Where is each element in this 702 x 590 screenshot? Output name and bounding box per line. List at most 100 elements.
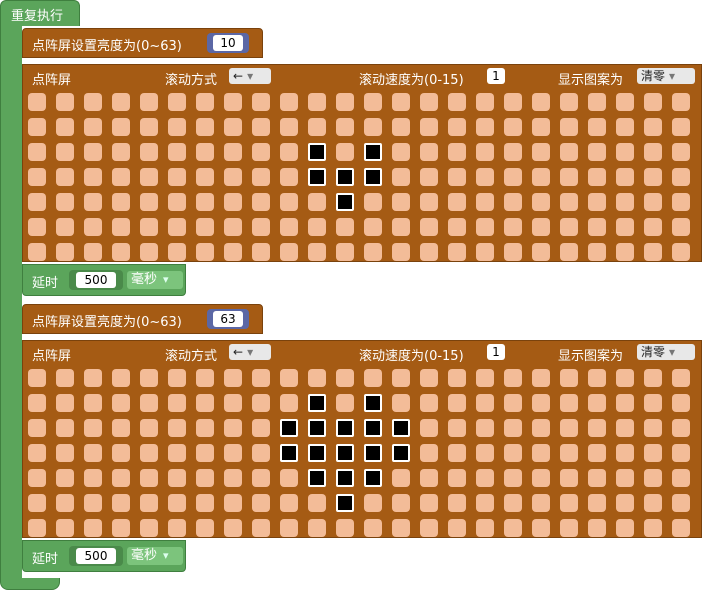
led-cell[interactable] (56, 394, 74, 412)
led-cell[interactable] (644, 444, 662, 462)
led-cell[interactable] (28, 193, 46, 211)
led-cell[interactable] (644, 218, 662, 236)
led-cell[interactable] (504, 444, 522, 462)
led-cell[interactable] (504, 519, 522, 537)
led-cell[interactable] (28, 168, 46, 186)
pattern-dropdown[interactable]: 清零 ▾ (637, 344, 695, 360)
led-cell[interactable] (196, 143, 214, 161)
led-cell[interactable] (532, 243, 550, 261)
led-cell[interactable] (196, 93, 214, 111)
led-cell[interactable] (28, 519, 46, 537)
led-cell[interactable] (196, 369, 214, 387)
led-cell-on[interactable] (336, 168, 354, 186)
led-cell[interactable] (476, 193, 494, 211)
led-cell[interactable] (112, 369, 130, 387)
led-cell[interactable] (224, 394, 242, 412)
led-cell[interactable] (560, 168, 578, 186)
led-cell[interactable] (672, 118, 690, 136)
led-cell[interactable] (280, 519, 298, 537)
led-cell[interactable] (84, 243, 102, 261)
led-cell[interactable] (140, 93, 158, 111)
led-cell[interactable] (672, 444, 690, 462)
led-cell[interactable] (168, 469, 186, 487)
led-cell[interactable] (532, 168, 550, 186)
led-cell[interactable] (112, 419, 130, 437)
led-cell[interactable] (644, 168, 662, 186)
led-cell[interactable] (168, 519, 186, 537)
led-cell[interactable] (252, 444, 270, 462)
led-cell[interactable] (448, 143, 466, 161)
led-cell[interactable] (280, 193, 298, 211)
led-cell[interactable] (672, 193, 690, 211)
led-cell[interactable] (504, 143, 522, 161)
led-cell[interactable] (280, 218, 298, 236)
led-cell[interactable] (560, 243, 578, 261)
led-cell[interactable] (644, 494, 662, 512)
led-cell[interactable] (168, 243, 186, 261)
led-cell[interactable] (196, 444, 214, 462)
delay-block[interactable]: 延时 500 毫秒 ▾ (22, 540, 186, 572)
led-cell[interactable] (644, 519, 662, 537)
led-cell[interactable] (644, 118, 662, 136)
pattern-dropdown[interactable]: 清零 ▾ (637, 68, 695, 84)
led-cell[interactable] (56, 519, 74, 537)
led-cell[interactable] (140, 218, 158, 236)
matrix-display-block[interactable]: 点阵屏 滚动方式 ← ▾ 滚动速度为(0-15) 1 显示图案为 清零 ▾ (22, 340, 702, 538)
led-cell[interactable] (308, 243, 326, 261)
led-cell[interactable] (392, 218, 410, 236)
led-cell[interactable] (84, 519, 102, 537)
led-cell[interactable] (168, 394, 186, 412)
brightness-number-block[interactable]: 10 (207, 33, 249, 53)
led-cell[interactable] (140, 168, 158, 186)
led-cell-on[interactable] (308, 469, 326, 487)
led-cell[interactable] (448, 243, 466, 261)
led-cell-on[interactable] (392, 419, 410, 437)
led-cell[interactable] (336, 369, 354, 387)
led-cell[interactable] (420, 118, 438, 136)
led-cell[interactable] (56, 444, 74, 462)
led-cell[interactable] (84, 143, 102, 161)
led-cell[interactable] (644, 243, 662, 261)
led-cell[interactable] (280, 469, 298, 487)
led-cell[interactable] (448, 419, 466, 437)
led-cell-on[interactable] (336, 419, 354, 437)
led-cell[interactable] (476, 519, 494, 537)
led-cell[interactable] (112, 168, 130, 186)
led-cell[interactable] (616, 419, 634, 437)
led-cell[interactable] (364, 519, 382, 537)
delay-number-block[interactable]: 500 (69, 270, 123, 290)
led-cell[interactable] (476, 369, 494, 387)
led-cell[interactable] (392, 469, 410, 487)
led-cell[interactable] (448, 494, 466, 512)
led-cell-on[interactable] (336, 444, 354, 462)
led-cell[interactable] (616, 243, 634, 261)
led-cell[interactable] (448, 469, 466, 487)
led-cell[interactable] (252, 218, 270, 236)
led-cell[interactable] (588, 369, 606, 387)
led-cell[interactable] (84, 394, 102, 412)
led-cell[interactable] (448, 118, 466, 136)
led-cell-on[interactable] (364, 143, 382, 161)
led-cell[interactable] (196, 419, 214, 437)
led-cell[interactable] (196, 168, 214, 186)
led-cell[interactable] (336, 93, 354, 111)
led-cell[interactable] (224, 218, 242, 236)
led-cell[interactable] (420, 519, 438, 537)
led-cell[interactable] (644, 369, 662, 387)
delay-block[interactable]: 延时 500 毫秒 ▾ (22, 264, 186, 296)
led-cell[interactable] (588, 93, 606, 111)
led-cell[interactable] (252, 118, 270, 136)
led-cell-on[interactable] (308, 168, 326, 186)
led-cell[interactable] (252, 369, 270, 387)
led-cell[interactable] (112, 218, 130, 236)
led-cell[interactable] (84, 93, 102, 111)
led-cell[interactable] (616, 369, 634, 387)
led-cell[interactable] (140, 394, 158, 412)
led-cell[interactable] (336, 519, 354, 537)
led-cell[interactable] (476, 218, 494, 236)
led-cell[interactable] (504, 369, 522, 387)
led-cell[interactable] (224, 369, 242, 387)
led-cell[interactable] (420, 494, 438, 512)
led-cell[interactable] (112, 469, 130, 487)
led-cell[interactable] (420, 143, 438, 161)
